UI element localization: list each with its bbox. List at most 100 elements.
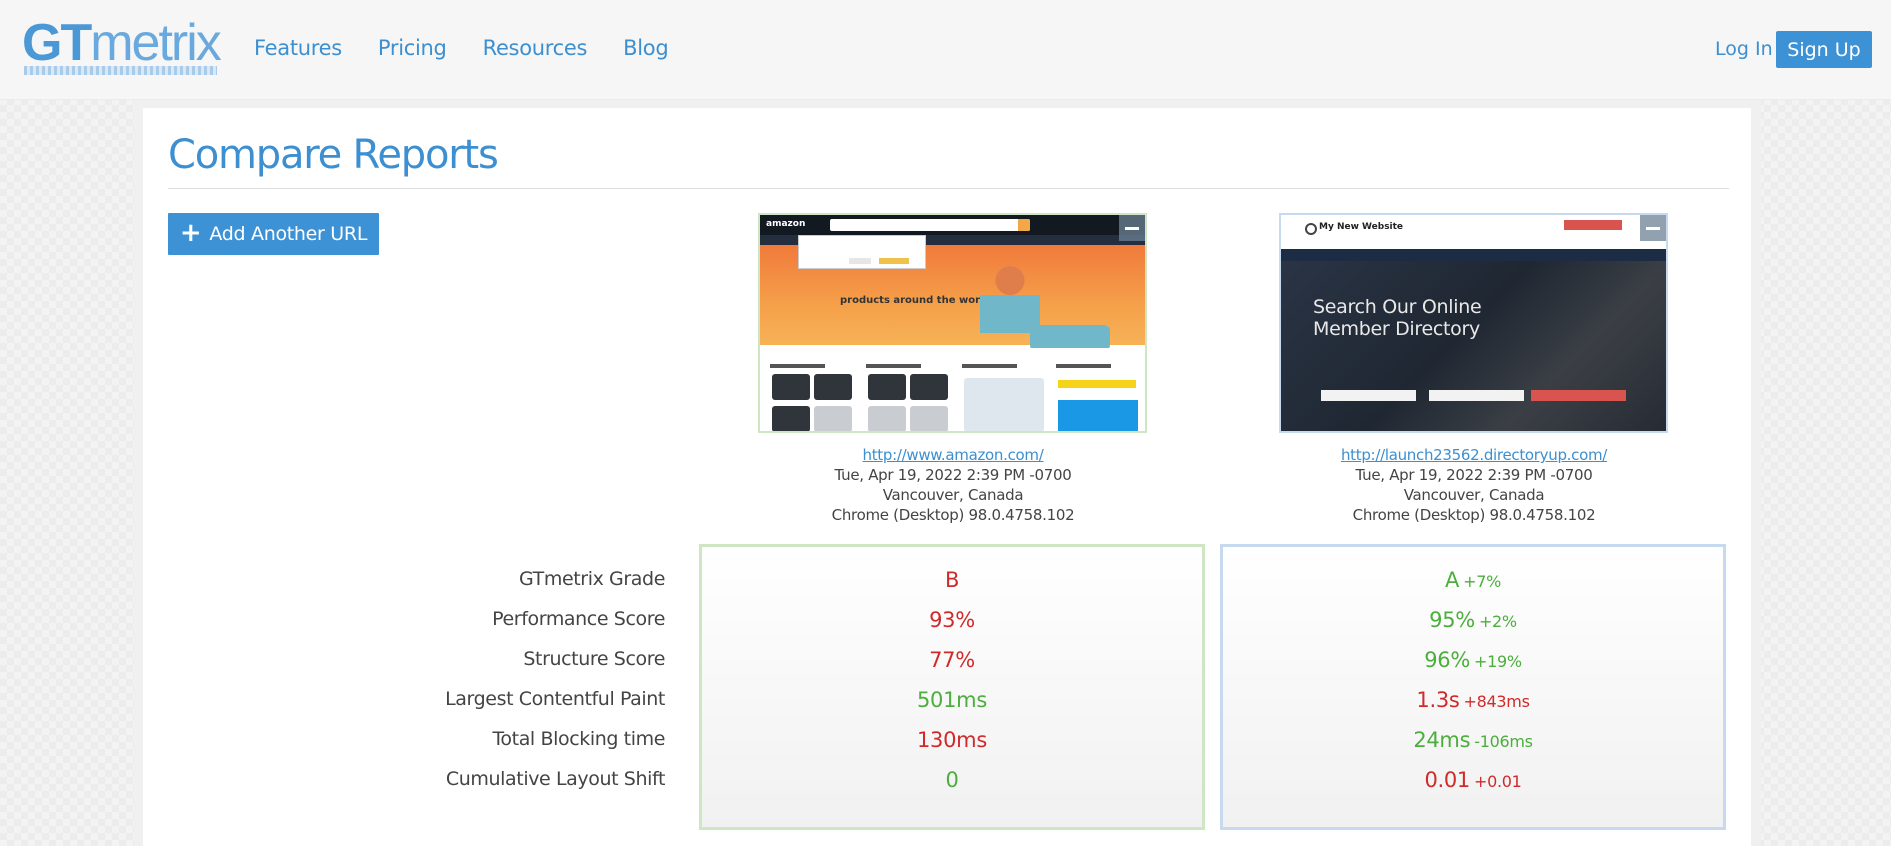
report-browser: Chrome (Desktop) 98.0.4758.102 xyxy=(1352,506,1596,524)
label-cls: Cumulative Layout Shift xyxy=(445,768,666,790)
amazon-info-banner xyxy=(766,348,1139,356)
metric-value: 501ms xyxy=(917,688,987,712)
user-icon xyxy=(1305,223,1317,235)
card-heading xyxy=(866,364,921,368)
metrics-column-amazon: B 93% 77% 501ms 130ms 0 xyxy=(699,544,1205,830)
value-cls: 0 xyxy=(702,768,1202,808)
amazon-hero-text: products around the world xyxy=(840,295,991,306)
label-tbt: Total Blocking time xyxy=(492,728,665,750)
amazon-card-category xyxy=(862,360,954,431)
card-product-image xyxy=(772,374,810,400)
metric-value: 95% xyxy=(1429,608,1475,632)
directory-header: My New Website xyxy=(1281,215,1666,249)
popup-change-address-button xyxy=(879,258,909,264)
value-cls: 0.01 +0.01 xyxy=(1223,768,1723,808)
metric-delta: +19% xyxy=(1474,652,1522,671)
metric-value: A xyxy=(1445,568,1460,592)
directory-location-input xyxy=(1429,390,1524,401)
value-performance-score: 95% +2% xyxy=(1223,608,1723,648)
nav-resources[interactable]: Resources xyxy=(483,36,588,60)
nav-blog[interactable]: Blog xyxy=(623,36,669,60)
card-product-image xyxy=(814,406,852,431)
directory-keyword-input xyxy=(1321,390,1416,401)
metric-delta: +0.01 xyxy=(1474,772,1522,791)
metric-value: 96% xyxy=(1424,648,1470,672)
value-gtmetrix-grade: B xyxy=(702,568,1202,608)
amazon-search-bar xyxy=(830,219,1030,231)
directory-hero: Search Our Online Member Directory xyxy=(1281,261,1666,431)
directory-search-button xyxy=(1531,390,1626,401)
metric-value: 77% xyxy=(929,648,975,672)
report-browser: Chrome (Desktop) 98.0.4758.102 xyxy=(831,506,1075,524)
logo-underline-decoration xyxy=(24,66,217,75)
collapse-icon[interactable] xyxy=(1640,215,1666,241)
report-screenshot-amazon[interactable]: amazon products around the world xyxy=(758,213,1147,433)
card-product-image xyxy=(910,374,948,400)
metric-delta: +7% xyxy=(1463,572,1501,591)
report-location: Vancouver, Canada xyxy=(882,486,1024,504)
label-gtmetrix-grade: GTmetrix Grade xyxy=(518,568,665,590)
value-performance-score: 93% xyxy=(702,608,1202,648)
report-url-link[interactable]: http://launch23562.directoryup.com/ xyxy=(1341,446,1607,464)
metric-value: 24ms xyxy=(1413,728,1471,752)
amazon-card-gaming xyxy=(766,360,858,431)
label-structure-score: Structure Score xyxy=(523,648,665,670)
report-datetime: Tue, Apr 19, 2022 2:39 PM -0700 xyxy=(1355,466,1593,484)
amazon-logo: amazon xyxy=(766,219,806,229)
metric-value: 1.3s xyxy=(1416,688,1460,712)
metric-value: 0 xyxy=(945,768,959,792)
report-meta-amazon: http://www.amazon.com/ Tue, Apr 19, 2022… xyxy=(753,445,1153,525)
metric-value: 0.01 xyxy=(1424,768,1470,792)
card-promo xyxy=(1058,400,1138,431)
plus-icon: + xyxy=(179,217,202,248)
metric-delta: +2% xyxy=(1478,612,1517,631)
login-link[interactable]: Log In xyxy=(1715,38,1773,60)
add-url-label: Add Another URL xyxy=(209,223,368,245)
metric-delta: +843ms xyxy=(1463,692,1530,711)
value-lcp: 1.3s +843ms xyxy=(1223,688,1723,728)
report-datetime: Tue, Apr 19, 2022 2:39 PM -0700 xyxy=(834,466,1072,484)
card-heading xyxy=(962,364,1017,368)
page-title: Compare Reports xyxy=(168,132,499,178)
label-performance-score: Performance Score xyxy=(492,608,665,630)
nav-pricing[interactable]: Pricing xyxy=(378,36,447,60)
directory-signup-button xyxy=(1564,220,1622,230)
collapse-icon[interactable] xyxy=(1119,215,1145,241)
directory-hero-heading: Search Our Online Member Directory xyxy=(1313,296,1482,340)
title-divider xyxy=(168,188,1729,189)
card-signin-button xyxy=(1058,380,1136,388)
card-product-image xyxy=(910,406,948,431)
amazon-location-popup xyxy=(798,235,926,269)
amazon-top-bar: amazon xyxy=(760,215,1145,235)
value-tbt: 24ms -106ms xyxy=(1223,728,1723,768)
report-url-link[interactable]: http://www.amazon.com/ xyxy=(863,446,1044,464)
directory-site-name: My New Website xyxy=(1319,222,1404,232)
card-product-image xyxy=(964,378,1044,431)
metric-value: B xyxy=(944,568,960,592)
card-product-image xyxy=(868,406,906,431)
metric-value: 130ms xyxy=(917,728,987,752)
hero-line-1: Search Our Online xyxy=(1313,296,1482,318)
nav-features[interactable]: Features xyxy=(254,36,342,60)
card-product-image xyxy=(814,374,852,400)
report-location: Vancouver, Canada xyxy=(1403,486,1545,504)
card-heading xyxy=(770,364,825,368)
report-screenshot-directory[interactable]: My New Website Search Our Online Member … xyxy=(1279,213,1668,433)
hero-line-2: Member Directory xyxy=(1313,318,1480,340)
signup-button[interactable]: Sign Up xyxy=(1776,31,1872,68)
value-structure-score: 96% +19% xyxy=(1223,648,1723,688)
amazon-card-signin xyxy=(1052,360,1144,431)
add-another-url-button[interactable]: + Add Another URL xyxy=(168,213,379,255)
card-product-image xyxy=(868,374,906,400)
top-header: GTmetrix Features Pricing Resources Blog… xyxy=(0,0,1891,100)
popup-dont-change-button xyxy=(849,258,871,264)
metric-delta: -106ms xyxy=(1474,732,1533,751)
metric-labels: GTmetrix Grade Performance Score Structu… xyxy=(380,568,665,808)
report-meta-directory: http://launch23562.directoryup.com/ Tue,… xyxy=(1274,445,1674,525)
metric-value: 93% xyxy=(929,608,975,632)
main-nav: Features Pricing Resources Blog xyxy=(254,36,669,60)
card-heading xyxy=(1056,364,1111,368)
amazon-card-health xyxy=(958,360,1050,431)
card-product-image xyxy=(772,406,810,431)
value-tbt: 130ms xyxy=(702,728,1202,768)
